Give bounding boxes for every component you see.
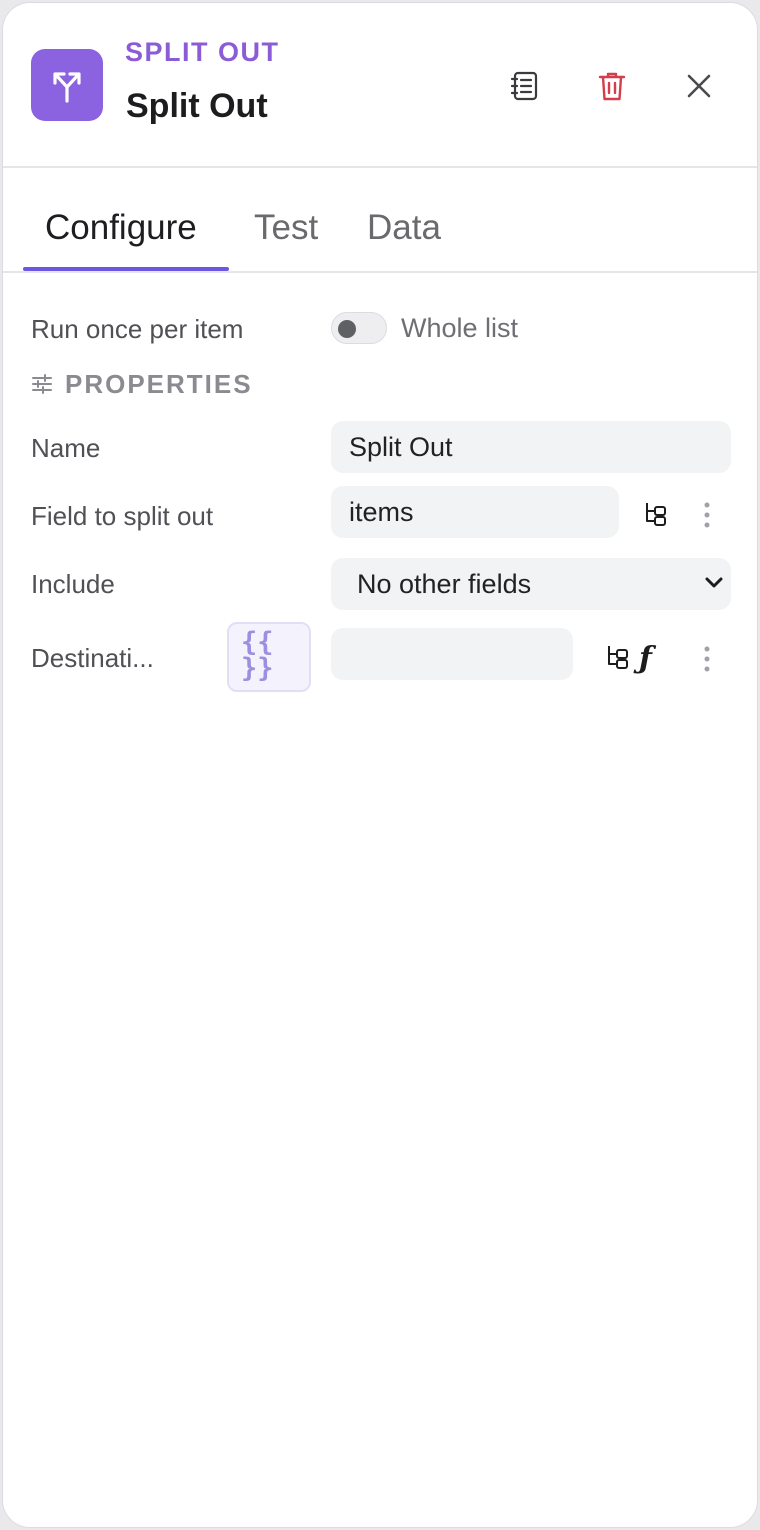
section-title: PROPERTIES [65, 368, 253, 399]
include-label: Include [31, 569, 115, 599]
name-input[interactable] [331, 421, 731, 473]
destination-input[interactable] [331, 628, 573, 680]
destination-mapping-button[interactable] [603, 641, 633, 671]
chevron-down-icon [705, 577, 723, 588]
run-mode-label: Run once per item [31, 314, 244, 344]
properties-section-header: PROPERTIES [31, 369, 253, 399]
function-icon[interactable]: ƒ [639, 641, 652, 676]
delete-button[interactable] [589, 63, 635, 109]
field-options-button[interactable] [699, 499, 715, 531]
sliders-icon [32, 374, 52, 394]
whole-list-toggle[interactable] [331, 312, 387, 344]
node-panel: SPLIT OUT Split Out Configure Test Data … [2, 2, 758, 1528]
split-arrows-icon [31, 49, 103, 121]
close-button[interactable] [676, 63, 722, 109]
panel-header: SPLIT OUT Split Out [3, 3, 757, 168]
expression-badge-text: {{ }} [241, 627, 274, 684]
active-tab-indicator [23, 267, 229, 271]
more-vertical-icon [704, 646, 710, 672]
destination-label: Destinati... [31, 643, 154, 673]
field-to-split-label: Field to split out [31, 501, 214, 531]
toggle-label: Whole list [401, 313, 519, 343]
data-mapping-icon [646, 503, 666, 526]
name-label: Name [31, 433, 101, 463]
node-type-label: SPLIT OUT [125, 37, 280, 67]
include-select[interactable]: No other fields [331, 558, 731, 610]
tab-bar: Configure Test Data [3, 168, 757, 273]
trash-icon [598, 72, 626, 101]
notes-button[interactable] [502, 63, 548, 109]
data-mapping-icon [608, 646, 628, 669]
toggle-knob [338, 320, 356, 338]
tab-data[interactable]: Data [367, 208, 441, 248]
more-vertical-icon [704, 502, 710, 528]
tab-configure[interactable]: Configure [45, 208, 197, 248]
node-title: Split Out [126, 87, 268, 125]
close-icon [687, 74, 711, 98]
tab-test[interactable]: Test [254, 208, 318, 248]
expression-badge[interactable]: {{ }} [227, 622, 311, 692]
data-mapping-button[interactable] [641, 498, 671, 528]
field-to-split-input[interactable] [331, 486, 619, 538]
notes-icon [510, 71, 538, 101]
destination-options-button[interactable] [699, 643, 715, 675]
include-selected-value: No other fields [357, 569, 532, 599]
